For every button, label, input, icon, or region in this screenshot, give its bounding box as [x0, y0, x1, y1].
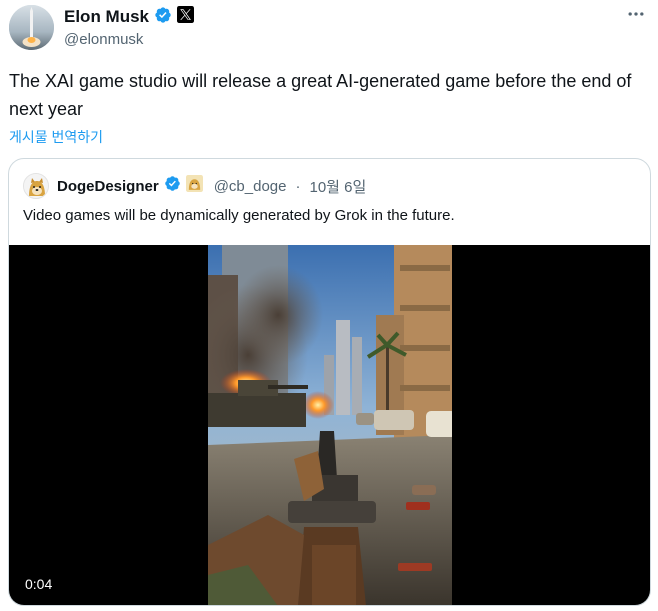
quoted-tweet-date[interactable]: 10월 6일	[309, 176, 366, 197]
quoted-tweet-text: Video games will be dynamically generate…	[23, 207, 455, 224]
quoted-author-handle[interactable]: @cb_doge	[214, 178, 287, 195]
video-player[interactable]: 0:04	[9, 245, 650, 605]
tweet-text: The XAI game studio will release a great…	[9, 71, 632, 119]
video-timecode: 0:04	[25, 576, 53, 592]
doge-affiliate-icon	[185, 175, 203, 197]
more-options-icon[interactable]	[626, 4, 646, 28]
separator-dot: ·	[295, 177, 301, 195]
author-avatar[interactable]	[9, 5, 54, 50]
quoted-tweet-header: DogeDesigner @cb_doge · 10월 6일	[23, 173, 366, 199]
author-handle[interactable]: @elonmusk	[64, 31, 143, 48]
author-name-row: Elon Musk	[64, 6, 195, 29]
quoted-tweet-card[interactable]: DogeDesigner @cb_doge · 10월 6일 Video gam…	[8, 158, 651, 606]
author-name[interactable]: Elon Musk	[64, 7, 149, 27]
video-frame-image	[208, 245, 452, 605]
quoted-author-avatar[interactable]	[23, 173, 49, 199]
translate-post-link[interactable]: 게시물 번역하기	[9, 127, 103, 147]
tweet: Elon Musk @elonmusk The XAI game studio …	[0, 0, 658, 611]
quoted-author-name[interactable]: DogeDesigner	[57, 178, 159, 195]
verified-badge-icon	[164, 175, 181, 197]
x-logo-icon	[177, 6, 195, 28]
verified-badge-icon	[154, 6, 172, 29]
